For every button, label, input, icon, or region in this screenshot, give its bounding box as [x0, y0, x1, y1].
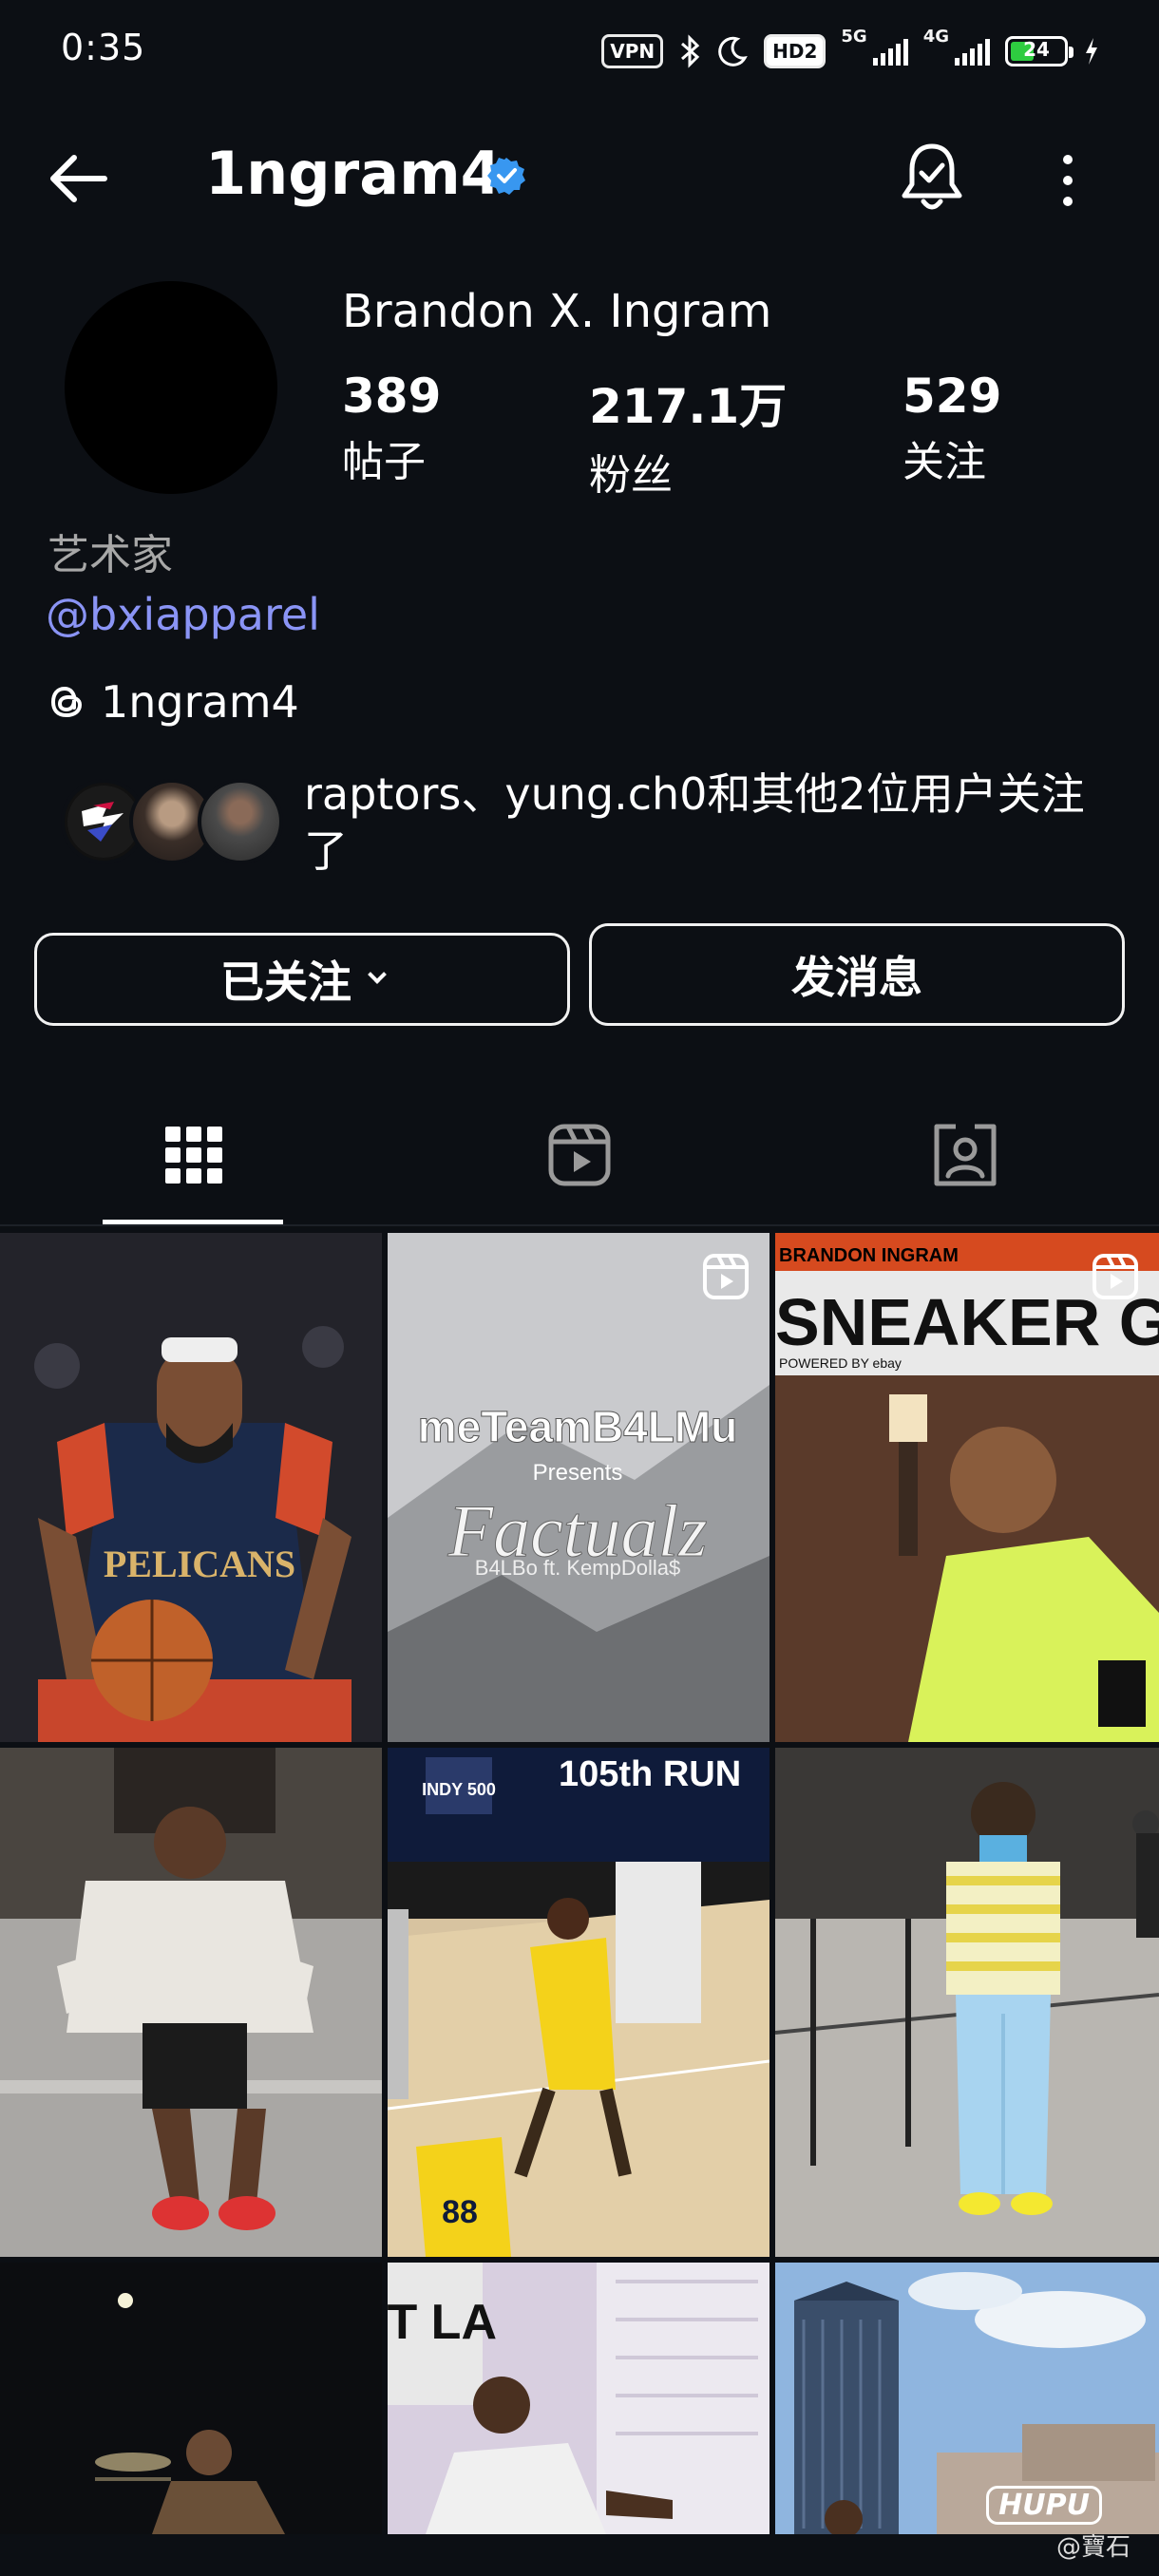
- moon-icon: [718, 36, 748, 66]
- post-5-image: 105th RUN INDY 500 88: [388, 1748, 770, 2257]
- vpn-icon: VPN: [601, 34, 664, 68]
- post-5[interactable]: 105th RUN INDY 500 88: [388, 1748, 770, 2257]
- post-3-powered-text: POWERED BY ebay: [779, 1355, 902, 1371]
- watermark-credit: @寶石: [1055, 2533, 1130, 2562]
- tab-grid-icon[interactable]: [160, 1121, 228, 1189]
- stat-following[interactable]: 529 关注: [902, 369, 1001, 488]
- message-button[interactable]: 发消息: [589, 923, 1125, 1026]
- post-8-image: IT LA: [388, 2263, 770, 2534]
- tab-reels-icon[interactable]: [545, 1121, 614, 1189]
- status-time: 0:35: [61, 27, 146, 68]
- back-arrow-icon[interactable]: [44, 144, 112, 213]
- charging-icon: [1086, 38, 1097, 65]
- bio-link[interactable]: @bxiapparel: [46, 589, 320, 640]
- network-4g-label: 4G: [922, 27, 949, 47]
- signal-icon-2: [955, 37, 990, 66]
- post-6-image: [775, 1748, 1159, 2257]
- stat-followers[interactable]: 217.1万 粉丝: [589, 369, 787, 502]
- post-6[interactable]: [775, 1748, 1159, 2257]
- more-options-icon[interactable]: [1049, 150, 1087, 211]
- post-5-banner-text: 105th RUN: [559, 1754, 741, 1794]
- post-7-image: [0, 2263, 382, 2534]
- post-1-jersey-text: PELICANS: [104, 1543, 295, 1585]
- notification-bell-icon[interactable]: [899, 141, 965, 215]
- profile-full-name: Brandon X. Ingram: [342, 285, 772, 338]
- stat-followers-label: 粉丝: [589, 451, 673, 500]
- post-2-text-4: B4LBo ft. KempDolla$: [475, 1556, 680, 1580]
- stat-posts-label: 帖子: [342, 438, 426, 486]
- post-1[interactable]: PELICANS: [0, 1233, 382, 1742]
- stat-posts-value: 389: [342, 369, 442, 424]
- hupu-logo: HUPU: [986, 2486, 1102, 2525]
- stat-followers-value: 217.1万: [589, 379, 788, 434]
- stat-following-label: 关注: [902, 438, 986, 486]
- post-1-image: PELICANS: [0, 1233, 382, 1742]
- post-5-badge-text: INDY 500: [422, 1780, 496, 1799]
- post-5-number-text: 88: [442, 2194, 478, 2230]
- threads-icon: [50, 686, 83, 718]
- reel-badge-icon-2: [1092, 1254, 1138, 1299]
- post-2-text-1: meTeamB4LMu: [418, 1402, 738, 1451]
- post-4-image: [0, 1748, 382, 2257]
- verified-badge-icon: [487, 158, 525, 195]
- post-2-image: meTeamB4LMu Presents Factualz B4LBo ft. …: [388, 1233, 770, 1742]
- profile-category: 艺术家: [48, 531, 173, 579]
- message-button-label: 发消息: [791, 952, 922, 1003]
- battery-icon: 24: [1005, 36, 1074, 66]
- profile-username: 1ngram4: [205, 139, 502, 208]
- following-button-label: 已关注: [220, 957, 352, 1008]
- post-8[interactable]: IT LA: [388, 2263, 770, 2534]
- mutual-followers-text[interactable]: raptors、yung.ch0和其他2位用户关注了: [304, 766, 1121, 880]
- post-2[interactable]: meTeamB4LMu Presents Factualz B4LBo ft. …: [388, 1233, 770, 1742]
- stat-following-value: 529: [902, 369, 1002, 424]
- post-3[interactable]: BRANDON INGRAM SNEAKER GM POWERED BY eba…: [775, 1233, 1159, 1742]
- post-7[interactable]: [0, 2263, 382, 2534]
- threads-handle: 1ngram4: [101, 676, 299, 728]
- signal-icon: [872, 37, 908, 66]
- post-3-header-text: BRANDON INGRAM: [779, 1245, 959, 1266]
- mutual-avatar-other: [198, 779, 283, 864]
- following-button[interactable]: 已关注: [34, 933, 570, 1026]
- post-4[interactable]: [0, 1748, 382, 2257]
- chevron-down-icon: [368, 965, 387, 984]
- mutual-followers-avatars[interactable]: [61, 779, 285, 866]
- post-2-text-2: Presents: [533, 1460, 623, 1486]
- bluetooth-icon: [681, 34, 700, 68]
- post-8-sign-text: IT LA: [388, 2295, 497, 2350]
- threads-link[interactable]: 1ngram4: [46, 676, 299, 728]
- tab-divider: [0, 1224, 1159, 1226]
- hd-icon: HD2: [764, 34, 826, 68]
- profile-avatar[interactable]: [65, 281, 277, 494]
- stat-posts[interactable]: 389 帖子: [342, 369, 441, 488]
- reel-badge-icon: [703, 1254, 749, 1299]
- post-3-image: BRANDON INGRAM SNEAKER GM POWERED BY eba…: [775, 1233, 1159, 1742]
- status-icons: VPN HD2 5G 4G 24: [601, 28, 1100, 74]
- network-5g-label: 5G: [841, 27, 867, 47]
- tab-tagged-icon[interactable]: [931, 1121, 999, 1189]
